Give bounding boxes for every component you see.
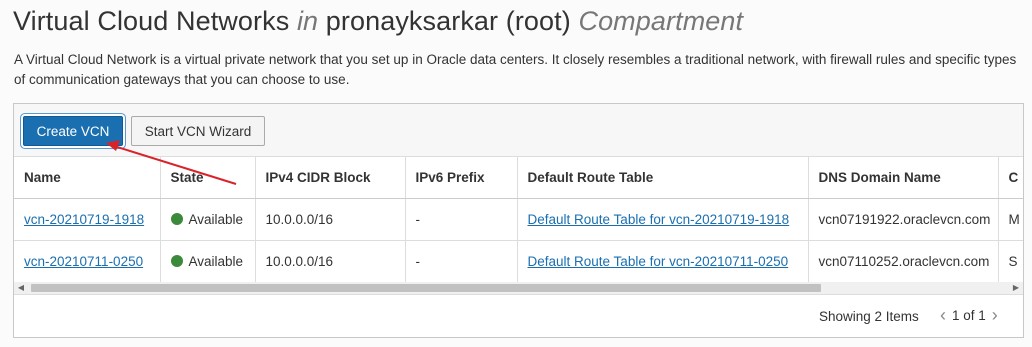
cidr-cell: 10.0.0.0/16 [255,198,406,241]
column-header-ipv6-prefix[interactable]: IPv6 Prefix [405,156,518,199]
scroll-right-icon[interactable]: ▶ [1011,282,1021,294]
column-header-dns-domain[interactable]: DNS Domain Name [808,156,999,199]
route-table-link[interactable]: Default Route Table for vcn-20210711-025… [528,254,789,269]
horizontal-scrollbar[interactable]: ◀ ▶ [14,282,1023,294]
dns-cell: vcn07110252.oraclevcn.com [808,240,999,283]
dns-cell: vcn07191922.oraclevcn.com [808,198,999,241]
status-dot-icon [170,255,183,267]
title-compartment-word: Compartment [578,6,744,36]
vcn-name-link[interactable]: vcn-20210719-1918 [24,212,144,227]
create-vcn-button[interactable]: Create VCN [23,116,123,146]
chevron-right-icon[interactable]: › [992,305,998,325]
status-dot-icon [170,213,183,225]
truncated-cell: S [998,240,1023,283]
ipv6-cell: - [405,240,518,283]
column-header-ipv4-cidr[interactable]: IPv4 CIDR Block [255,156,406,199]
scroll-left-icon[interactable]: ◀ [16,282,26,294]
vcn-list-panel: Create VCN Start VCN Wizard Name State I… [13,103,1024,338]
table-header-row: Name State IPv4 CIDR Block IPv6 Prefix D… [14,156,1023,199]
ipv6-cell: - [405,198,518,241]
column-header-truncated[interactable]: C [998,156,1023,199]
route-table-link[interactable]: Default Route Table for vcn-20210719-191… [528,212,790,227]
cidr-cell: 10.0.0.0/16 [255,240,406,283]
page-description: A Virtual Cloud Network is a virtual pri… [14,52,1017,87]
column-header-default-route-table[interactable]: Default Route Table [517,156,809,199]
page-title: Virtual Cloud Networks in pronayksarkar … [13,6,743,37]
vcn-table: Name State IPv4 CIDR Block IPv6 Prefix D… [14,156,1023,283]
page-info: 1 of 1 [952,307,986,323]
truncated-cell: M [998,198,1023,241]
state-label: Available [188,212,244,227]
title-compartment-name: pronayksarkar (root) [325,6,571,36]
item-count: Showing 2 Items [819,309,919,324]
table-toolbar: Create VCN Start VCN Wizard [14,104,1023,156]
scrollbar-thumb[interactable] [31,284,821,292]
table-row: vcn-20210719-1918 Available 10.0.0.0/16 … [14,198,1023,241]
state-cell: Available [160,240,256,283]
vcn-name-link[interactable]: vcn-20210711-0250 [24,254,143,269]
column-header-state[interactable]: State [160,156,256,199]
table-footer: Showing 2 Items ‹ 1 of 1 › [14,294,1023,337]
chevron-left-icon[interactable]: ‹ [940,305,946,325]
column-header-name[interactable]: Name [14,156,161,199]
state-cell: Available [160,198,256,241]
title-main: Virtual Cloud Networks [13,6,290,36]
state-label: Available [188,254,244,269]
title-in: in [296,6,319,36]
start-vcn-wizard-button[interactable]: Start VCN Wizard [131,116,265,146]
table-row: vcn-20210711-0250 Available 10.0.0.0/16 … [14,240,1023,283]
pagination: ‹ 1 of 1 › [940,305,998,325]
